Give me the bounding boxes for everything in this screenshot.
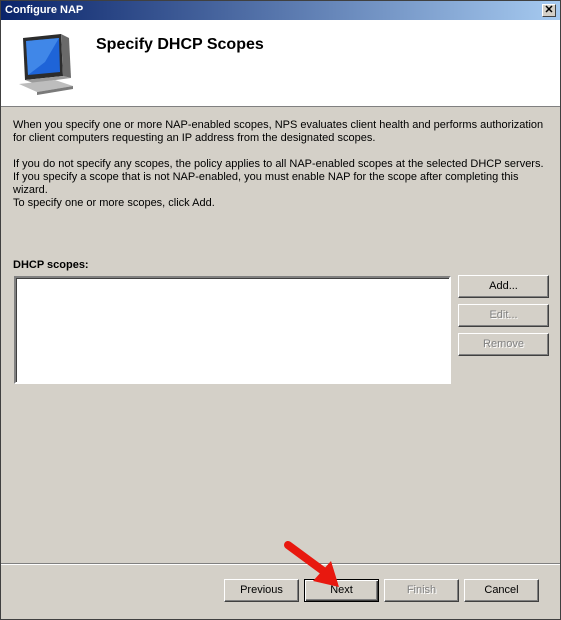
title-bar[interactable]: Configure NAP ✕	[1, 1, 560, 20]
dhcp-scopes-label: DHCP scopes:	[13, 259, 89, 271]
window-title: Configure NAP	[5, 4, 84, 16]
description-paragraph-2: If you do not specify any scopes, the po…	[13, 158, 544, 196]
dhcp-scopes-list[interactable]	[14, 276, 451, 384]
cancel-button[interactable]: Cancel	[464, 579, 539, 602]
description-paragraph-3: To specify one or more scopes, click Add…	[13, 197, 215, 209]
close-icon: ✕	[544, 4, 554, 16]
description-paragraph-1: When you specify one or more NAP-enabled…	[13, 119, 544, 144]
wizard-header: Specify DHCP Scopes	[1, 20, 560, 107]
add-button[interactable]: Add...	[458, 275, 549, 298]
finish-button[interactable]: Finish	[384, 579, 459, 602]
close-button[interactable]: ✕	[542, 4, 556, 17]
page-title: Specify DHCP Scopes	[96, 36, 264, 53]
edit-button[interactable]: Edit...	[458, 304, 549, 327]
remove-button[interactable]: Remove	[458, 333, 549, 356]
red-arrow-annotation	[284, 541, 339, 587]
monitor-icon	[19, 34, 73, 95]
configure-nap-dialog: Configure NAP ✕ Specify DHCP Scopes When…	[0, 0, 561, 620]
